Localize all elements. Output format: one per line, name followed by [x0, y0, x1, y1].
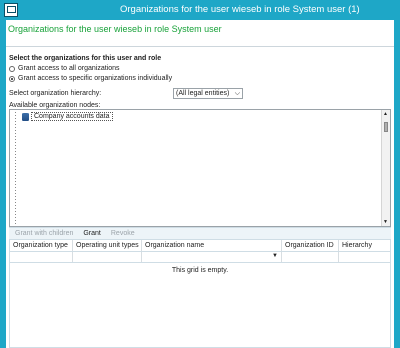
section-title: Select the organizations for this user a… [9, 55, 162, 62]
header-divider [6, 46, 394, 47]
window-title: Organizations for the user wieseb in rol… [120, 4, 360, 15]
grant-button[interactable]: Grant [83, 230, 101, 237]
scroll-thumb[interactable] [384, 122, 388, 132]
filter-cell [10, 252, 73, 262]
tree-node[interactable]: Company accounts data [22, 112, 113, 121]
filter-cell [339, 252, 390, 262]
filter-cell [73, 252, 142, 262]
radio-label: Grant access to specific organizations i… [18, 75, 173, 82]
grid-toolbar: Grant with children Grant Revoke [9, 227, 391, 239]
title-bar: Organizations for the user wieseb in rol… [0, 0, 400, 20]
hierarchy-label: Select organization hierarchy: [9, 90, 102, 97]
tree-node-label[interactable]: Company accounts data [31, 112, 113, 121]
radio-grant-all[interactable]: Grant access to all organizations [9, 65, 120, 72]
available-nodes-label: Available organization nodes: [9, 102, 101, 109]
radio-grant-specific[interactable]: Grant access to specific organizations i… [9, 75, 172, 82]
chevron-down-icon[interactable]: ⌵ [235, 90, 240, 98]
grid-filter-row: ▼ [10, 252, 390, 263]
dialog-body: Organizations for the user wieseb in rol… [6, 20, 394, 348]
tree-guide-line [15, 112, 16, 224]
column-organization-id[interactable]: Organization ID [282, 240, 339, 251]
grant-with-children-button[interactable]: Grant with children [15, 230, 73, 237]
tree-scrollbar[interactable]: ▲ ▼ [381, 110, 390, 226]
grid-empty-message: This grid is empty. [171, 267, 229, 274]
column-hierarchy[interactable]: Hierarchy [339, 240, 390, 251]
hierarchy-select[interactable]: (All legal entities) ⌵ [173, 88, 243, 99]
radio-button-unchecked[interactable] [9, 65, 15, 72]
scroll-down-arrow-icon[interactable]: ▼ [383, 219, 388, 225]
column-organization-name[interactable]: Organization name [142, 240, 282, 251]
scroll-up-arrow-icon[interactable]: ▲ [383, 111, 388, 117]
chevron-down-icon[interactable]: ▼ [272, 253, 278, 259]
radio-label: Grant access to all organizations [18, 65, 120, 72]
radio-button-checked[interactable] [9, 75, 15, 82]
organizations-grid[interactable]: Organization type Operating unit types O… [9, 239, 391, 348]
database-icon [22, 112, 29, 121]
hierarchy-selected-value: (All legal entities) [176, 90, 230, 97]
grid-header-row: Organization type Operating unit types O… [10, 240, 390, 252]
column-organization-type[interactable]: Organization type [10, 240, 73, 251]
page-title: Organizations for the user wieseb in rol… [8, 24, 222, 34]
app-window-icon [4, 3, 18, 17]
filter-cell [282, 252, 339, 262]
organization-tree[interactable]: Company accounts data ▲ ▼ [9, 109, 391, 227]
filter-cell[interactable]: ▼ [142, 252, 282, 262]
revoke-button[interactable]: Revoke [111, 230, 135, 237]
column-operating-unit-types[interactable]: Operating unit types [73, 240, 142, 251]
